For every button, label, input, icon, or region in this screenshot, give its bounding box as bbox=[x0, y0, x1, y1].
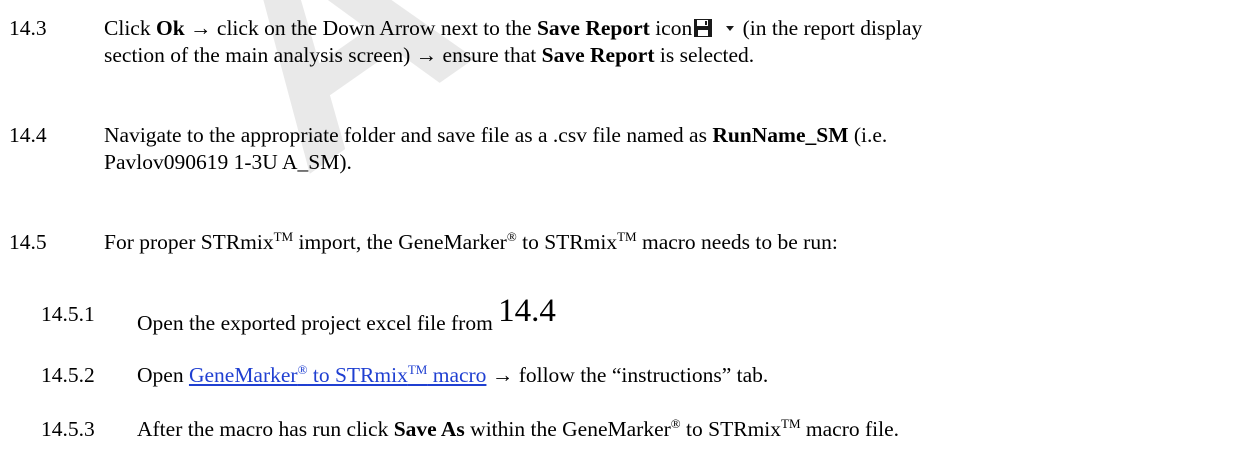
step-14-5-line-1: For proper STRmixTM import, the GeneMark… bbox=[104, 229, 838, 254]
genemarker-to-strmix-macro-link[interactable]: GeneMarker® to STRmixTM macro bbox=[189, 363, 486, 387]
text: (in the report display bbox=[737, 16, 923, 40]
save-report-icon bbox=[693, 18, 737, 43]
registered-mark: ® bbox=[297, 362, 308, 377]
step-14-3-line-2: section of the main analysis screen) → e… bbox=[104, 43, 755, 67]
trademark-mark: TM bbox=[781, 416, 801, 431]
text: Click bbox=[104, 16, 156, 40]
text: After the macro has run click bbox=[137, 417, 394, 441]
step-number-14-5: 14.5 bbox=[9, 230, 47, 254]
substep-14-5-2-text: Open GeneMarker® to STRmixTM macro → fol… bbox=[137, 363, 769, 387]
run-name-label: RunName_SM bbox=[712, 123, 849, 147]
text: Navigate to the appropriate folder and s… bbox=[104, 123, 713, 147]
registered-mark: ® bbox=[506, 229, 517, 244]
link-text: GeneMarker bbox=[188, 363, 298, 387]
save-report-label: Save Report bbox=[536, 16, 650, 40]
step-14-4-line-1: Navigate to the appropriate folder and s… bbox=[104, 123, 888, 147]
text: macro file. bbox=[800, 417, 900, 441]
save-report-label: Save Report bbox=[541, 43, 655, 67]
trademark-mark: TM bbox=[617, 229, 637, 244]
link-text: to STRmix bbox=[307, 363, 408, 387]
step-number-14-4: 14.4 bbox=[9, 123, 47, 147]
trademark-mark: TM bbox=[407, 362, 428, 377]
trademark-mark: TM bbox=[273, 229, 294, 244]
step-14-3-line-1: Click Ok → click on the Down Arrow next … bbox=[104, 16, 923, 43]
text: Open the exported project excel file fro… bbox=[137, 311, 499, 335]
text: icon bbox=[649, 16, 693, 40]
text: is selected. bbox=[654, 43, 755, 67]
substep-number-14-5-2: 14.5.2 bbox=[41, 363, 95, 387]
substep-14-5-1-text: Open the exported project excel file fro… bbox=[137, 295, 556, 335]
text: Open bbox=[137, 363, 189, 387]
save-as-label: Save As bbox=[393, 417, 465, 441]
substep-14-5-3-text: After the macro has run click Save As wi… bbox=[137, 416, 900, 441]
text: → follow the “instructions” tab. bbox=[486, 363, 769, 387]
ok-label: Ok bbox=[155, 16, 185, 40]
registered-mark: ® bbox=[670, 416, 681, 431]
link-text: macro bbox=[427, 363, 487, 387]
step-number-14-3: 14.3 bbox=[9, 16, 47, 40]
text: import, the GeneMarker bbox=[293, 230, 507, 254]
step-14-4-line-2: Pavlov090619 1-3U A_SM). bbox=[104, 150, 352, 174]
text: within the GeneMarker bbox=[464, 417, 671, 441]
text: to STRmix bbox=[680, 417, 782, 441]
substep-number-14-5-1: 14.5.1 bbox=[41, 302, 95, 326]
text: macro needs to be run: bbox=[636, 230, 838, 254]
text: → click on the Down Arrow next to the bbox=[184, 16, 537, 40]
text: For proper STRmix bbox=[104, 230, 274, 254]
text: (i.e. bbox=[848, 123, 888, 147]
section-reference: 14.4 bbox=[498, 293, 556, 329]
text: section of the main analysis screen) → e… bbox=[104, 43, 542, 67]
text: to STRmix bbox=[516, 230, 618, 254]
substep-number-14-5-3: 14.5.3 bbox=[41, 417, 95, 441]
save-floppy-icon bbox=[694, 19, 713, 37]
dropdown-arrow-icon bbox=[726, 26, 735, 31]
